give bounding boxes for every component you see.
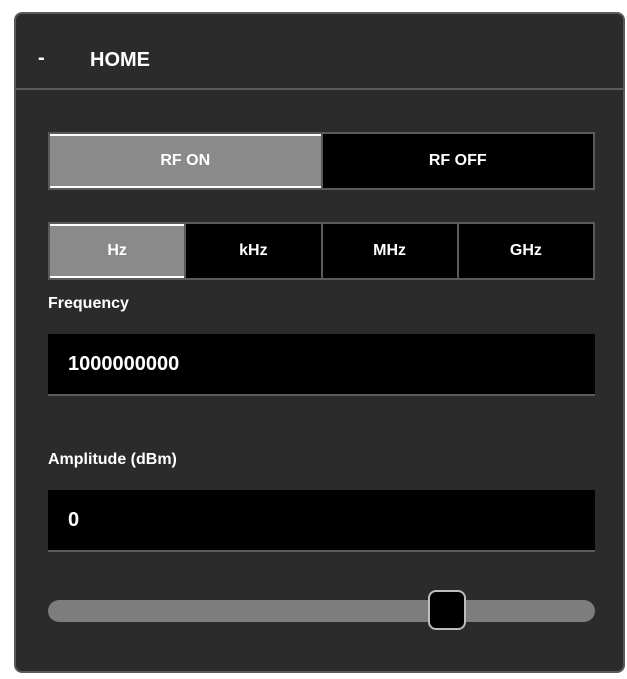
rf-toggle-group: RF ON RF OFF [48,132,595,190]
frequency-unit-group: Hz kHz MHz GHz [48,222,595,280]
amplitude-label: Amplitude (dBm) [48,451,177,468]
unit-hz-button[interactable]: Hz [50,224,185,278]
panel-title: HOME [90,49,150,71]
amplitude-slider[interactable] [48,590,595,630]
amplitude-input[interactable] [48,490,595,552]
collapse-button[interactable]: - [38,48,45,68]
frequency-label: Frequency [48,295,129,312]
unit-mhz-button[interactable]: MHz [320,224,457,278]
rf-off-button[interactable]: RF OFF [320,134,594,188]
rf-on-button[interactable]: RF ON [50,134,321,188]
slider-thumb[interactable] [428,590,467,630]
frequency-input[interactable] [48,334,595,396]
unit-khz-button[interactable]: kHz [184,224,320,278]
home-panel: - HOME RF ON RF OFF Hz kHz MHz GHz Frequ… [14,12,625,673]
panel-header: - HOME [16,14,623,90]
unit-ghz-button[interactable]: GHz [456,224,593,278]
